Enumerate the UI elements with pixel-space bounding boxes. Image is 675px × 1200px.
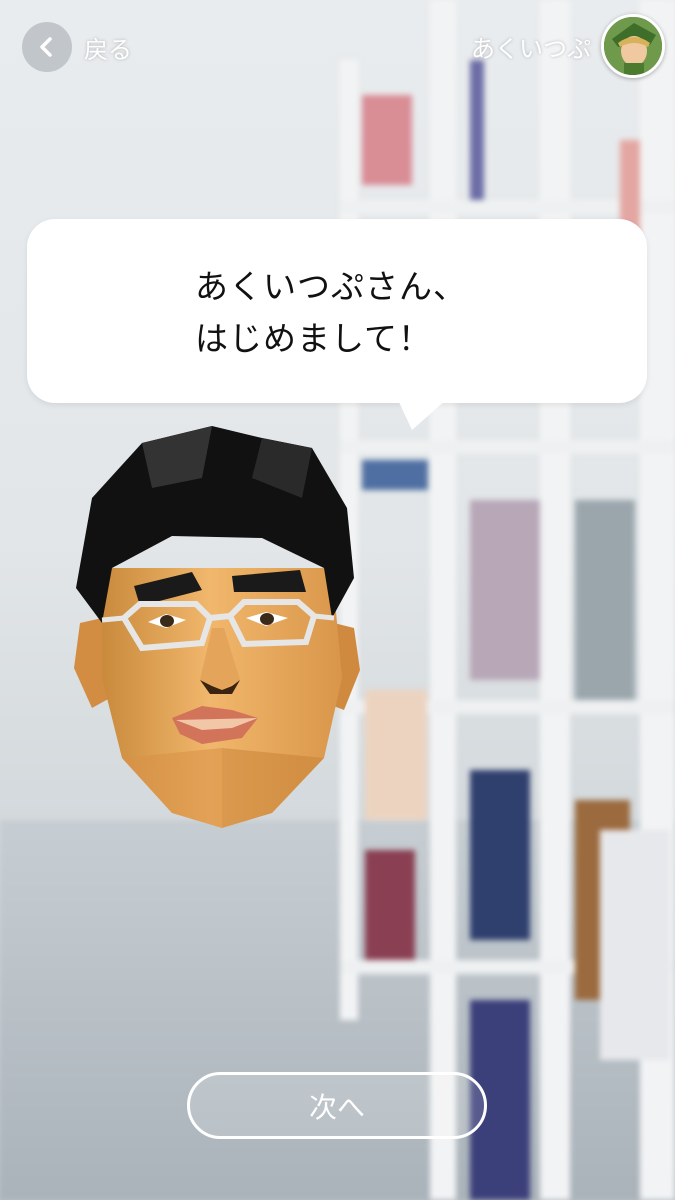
dialog-line-1: あくいつぷさん、	[195, 267, 467, 306]
user-profile[interactable]: あくいつぷ	[471, 14, 665, 78]
next-button-label: 次へ	[308, 1090, 365, 1124]
user-name: あくいつぷ	[471, 34, 591, 63]
back-button[interactable]: 戻る	[22, 22, 132, 72]
doctor-character-head	[62, 418, 372, 838]
dialog-line-2: はじめまして！	[195, 319, 433, 358]
next-button[interactable]: 次へ	[187, 1072, 487, 1139]
back-label: 戻る	[84, 35, 132, 64]
dialog-text: あくいつぷさん、 はじめまして！	[195, 261, 467, 365]
user-avatar-icon[interactable]	[601, 14, 665, 78]
chevron-left-icon	[22, 22, 72, 72]
speech-bubble-tail	[398, 400, 446, 430]
speech-bubble: あくいつぷさん、 はじめまして！	[27, 219, 647, 403]
